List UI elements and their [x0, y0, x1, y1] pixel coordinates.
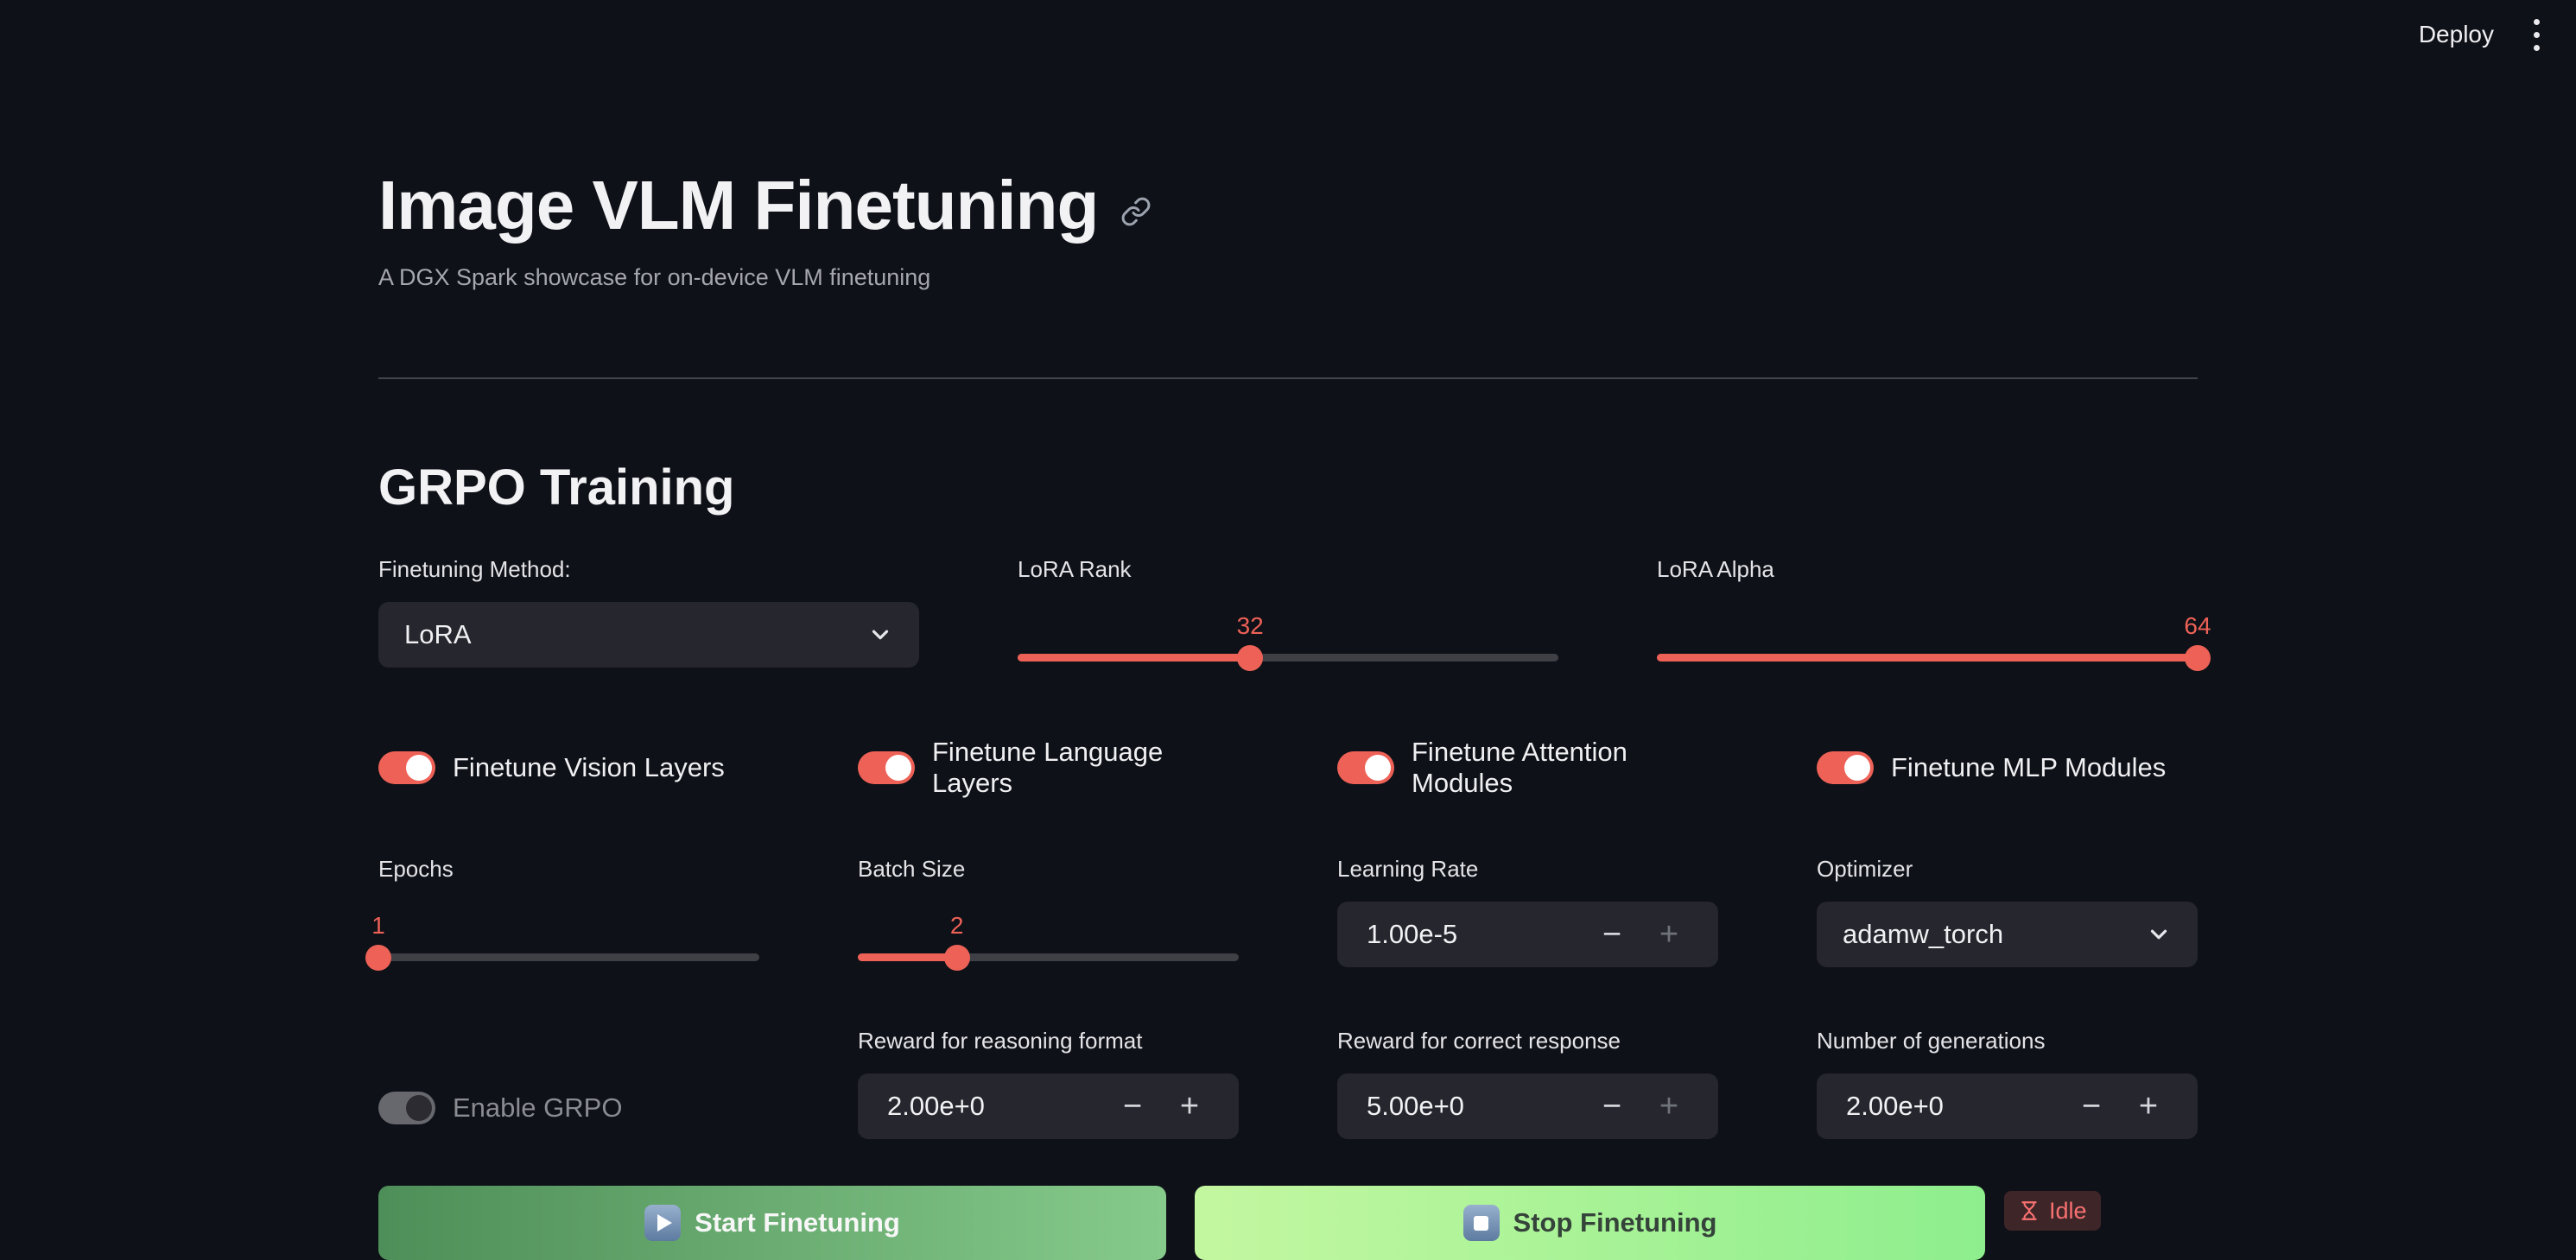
batch-size-value: 2	[950, 912, 964, 940]
generations-field: Number of generations 2.00e+0 − +	[1817, 1028, 2198, 1139]
finetuning-method-label: Finetuning Method:	[378, 556, 919, 583]
finetune-attention-toggle[interactable]	[1337, 751, 1394, 784]
epochs-slider-thumb[interactable]	[365, 945, 391, 971]
generations-value[interactable]: 2.00e+0	[1846, 1091, 2063, 1122]
page-subtitle: A DGX Spark showcase for on-device VLM f…	[378, 264, 2198, 291]
finetune-vision-toggle[interactable]	[378, 751, 435, 784]
finetune-mlp-toggle-item: Finetune MLP Modules	[1817, 737, 2198, 799]
reward-correct-increment-button[interactable]: +	[1640, 1073, 1697, 1139]
divider	[378, 377, 2198, 379]
finetune-vision-toggle-item: Finetune Vision Layers	[378, 737, 759, 799]
reward-correct-input[interactable]: 5.00e+0 − +	[1337, 1073, 1718, 1139]
top-bar: Deploy	[0, 0, 2576, 69]
stop-finetuning-label: Stop Finetuning	[1513, 1207, 1717, 1238]
epochs-value: 1	[371, 912, 385, 940]
start-finetuning-label: Start Finetuning	[695, 1207, 900, 1238]
section-heading: GRPO Training	[378, 459, 2198, 516]
learning-rate-field: Learning Rate 1.00e-5 − +	[1337, 856, 1718, 978]
reward-correct-value[interactable]: 5.00e+0	[1367, 1091, 1583, 1122]
kebab-menu-icon[interactable]	[2528, 14, 2545, 56]
link-icon[interactable]	[1120, 196, 1152, 227]
epochs-label: Epochs	[378, 856, 759, 883]
stop-icon	[1463, 1205, 1500, 1241]
reward-correct-decrement-button[interactable]: −	[1583, 1073, 1640, 1139]
finetune-attention-toggle-item: Finetune Attention Modules	[1337, 737, 1718, 799]
finetune-language-toggle-item: Finetune Language Layers	[858, 737, 1239, 799]
start-finetuning-button[interactable]: Start Finetuning	[378, 1186, 1166, 1260]
reward-format-decrement-button[interactable]: −	[1104, 1073, 1161, 1139]
reward-format-label: Reward for reasoning format	[858, 1028, 1239, 1054]
play-icon	[644, 1205, 681, 1241]
generations-label: Number of generations	[1817, 1028, 2198, 1054]
reward-correct-field: Reward for correct response 5.00e+0 − +	[1337, 1028, 1718, 1139]
optimizer-value: adamw_torch	[1843, 919, 2003, 950]
lora-rank-slider[interactable]	[1018, 654, 1558, 662]
enable-grpo-label: Enable GRPO	[453, 1092, 622, 1124]
epochs-field: Epochs 1	[378, 856, 759, 978]
lora-alpha-field: LoRA Alpha 64	[1657, 556, 2198, 678]
status-badge: Idle	[2004, 1191, 2101, 1231]
enable-grpo-toggle-item: Enable GRPO	[378, 1076, 759, 1139]
status-text: Idle	[2049, 1198, 2087, 1225]
lora-rank-label: LoRA Rank	[1018, 556, 1558, 583]
learning-rate-input[interactable]: 1.00e-5 − +	[1337, 902, 1718, 967]
lora-rank-field: LoRA Rank 32	[1018, 556, 1558, 678]
epochs-slider[interactable]	[378, 953, 759, 961]
lora-rank-slider-thumb[interactable]	[1237, 645, 1263, 671]
lora-alpha-label: LoRA Alpha	[1657, 556, 2198, 583]
learning-rate-value[interactable]: 1.00e-5	[1367, 919, 1583, 950]
finetune-language-label: Finetune Language Layers	[932, 737, 1239, 799]
finetuning-method-dropdown[interactable]: LoRA	[378, 602, 919, 668]
batch-size-label: Batch Size	[858, 856, 1239, 883]
main-content: Image VLM Finetuning A DGX Spark showcas…	[378, 166, 2198, 1260]
finetune-mlp-toggle[interactable]	[1817, 751, 1874, 784]
lora-alpha-slider-thumb[interactable]	[2185, 645, 2211, 671]
chevron-down-icon	[867, 622, 893, 648]
finetune-language-toggle[interactable]	[858, 751, 915, 784]
batch-size-slider[interactable]	[858, 953, 1239, 961]
learning-rate-label: Learning Rate	[1337, 856, 1718, 883]
generations-increment-button[interactable]: +	[2120, 1073, 2177, 1139]
generations-input[interactable]: 2.00e+0 − +	[1817, 1073, 2198, 1139]
learning-rate-increment-button[interactable]: +	[1640, 902, 1697, 967]
reward-format-field: Reward for reasoning format 2.00e+0 − +	[858, 1028, 1239, 1139]
finetune-attention-label: Finetune Attention Modules	[1412, 737, 1718, 799]
enable-grpo-toggle[interactable]	[378, 1092, 435, 1124]
batch-size-slider-thumb[interactable]	[944, 945, 970, 971]
finetuning-method-field: Finetuning Method: LoRA	[378, 556, 919, 678]
finetuning-method-value: LoRA	[404, 619, 472, 650]
optimizer-dropdown[interactable]: adamw_torch	[1817, 902, 2198, 967]
optimizer-label: Optimizer	[1817, 856, 2198, 883]
chevron-down-icon	[2146, 921, 2172, 947]
lora-alpha-value: 64	[2184, 612, 2211, 640]
lora-rank-value: 32	[1237, 612, 1264, 640]
generations-decrement-button[interactable]: −	[2063, 1073, 2120, 1139]
batch-size-field: Batch Size 2	[858, 856, 1239, 978]
lora-alpha-slider[interactable]	[1657, 654, 2198, 662]
stop-finetuning-button[interactable]: Stop Finetuning	[1195, 1186, 1985, 1260]
page-title: Image VLM Finetuning	[378, 166, 1098, 245]
reward-correct-label: Reward for correct response	[1337, 1028, 1718, 1054]
deploy-button[interactable]: Deploy	[2419, 21, 2494, 48]
reward-format-value[interactable]: 2.00e+0	[887, 1091, 1104, 1122]
optimizer-field: Optimizer adamw_torch	[1817, 856, 2198, 978]
learning-rate-decrement-button[interactable]: −	[1583, 902, 1640, 967]
reward-format-increment-button[interactable]: +	[1161, 1073, 1218, 1139]
reward-format-input[interactable]: 2.00e+0 − +	[858, 1073, 1239, 1139]
finetune-vision-label: Finetune Vision Layers	[453, 752, 725, 783]
finetune-mlp-label: Finetune MLP Modules	[1891, 752, 2166, 783]
hourglass-icon	[2018, 1200, 2040, 1222]
